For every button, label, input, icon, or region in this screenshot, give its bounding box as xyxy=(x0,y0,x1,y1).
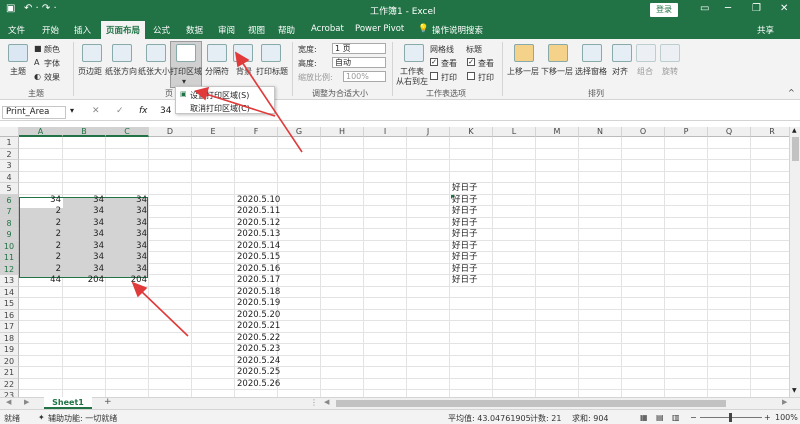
annotation-arrows xyxy=(131,51,303,337)
arrow-to-print-area xyxy=(241,61,303,153)
arrow-to-print-area-head xyxy=(234,51,250,68)
arrow-to-range xyxy=(139,289,189,337)
arrow-to-menu-head xyxy=(194,86,210,101)
